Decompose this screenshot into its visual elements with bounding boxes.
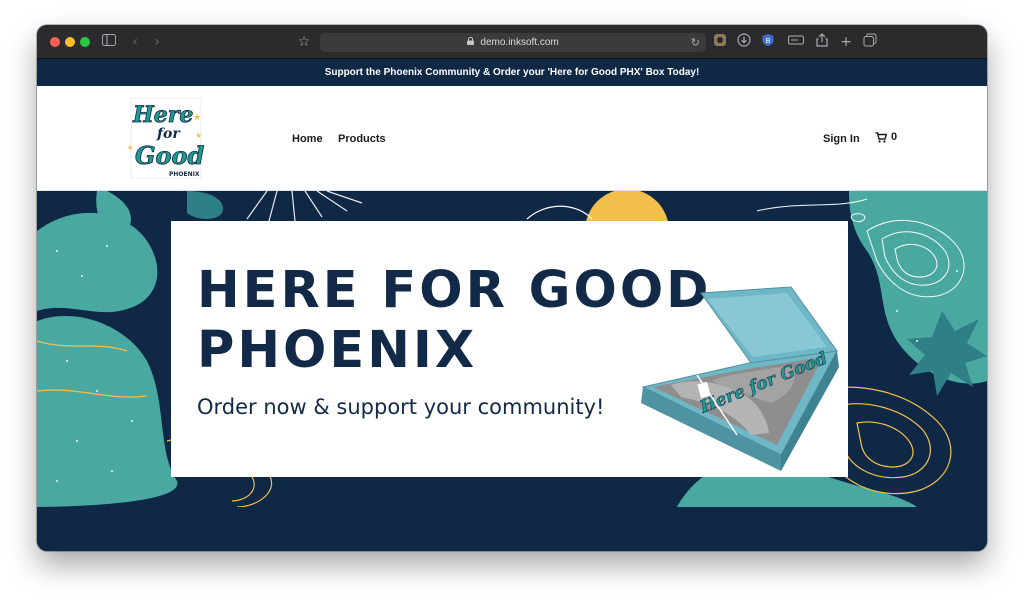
close-window-button[interactable] — [50, 37, 60, 47]
svg-text:★: ★ — [193, 113, 201, 123]
password-icon[interactable] — [787, 33, 805, 51]
bookmark-star-icon[interactable]: ☆ — [295, 33, 313, 51]
product-box-image: Here for Good — [641, 286, 839, 471]
download-icon[interactable] — [735, 33, 753, 51]
browser-window: ‹ › ☆ demo.inksoft.com ↻ B + Support the… — [37, 25, 987, 551]
reload-icon[interactable]: ↻ — [691, 33, 700, 52]
site-header: Here for Good PHOENIX ★ ★ ★ Home Product… — [37, 86, 987, 191]
hero-subtitle: Order now & support your community! — [197, 395, 605, 419]
site-logo[interactable]: Here for Good PHOENIX ★ ★ ★ — [123, 92, 215, 184]
cart-button[interactable]: 0 — [875, 131, 897, 143]
hero-banner[interactable]: HERE FOR GOOD PHOENIX Order now & suppor… — [37, 191, 987, 507]
cart-icon — [875, 131, 887, 143]
back-icon[interactable]: ‹ — [126, 33, 144, 51]
svg-text:★: ★ — [195, 131, 202, 140]
zoom-window-button[interactable] — [80, 37, 90, 47]
shield-extension-icon[interactable]: B — [759, 33, 777, 51]
logo-text-here: Here — [132, 102, 193, 128]
nav-home-link[interactable]: Home — [292, 133, 323, 145]
cart-count: 0 — [891, 131, 898, 143]
forward-icon[interactable]: › — [148, 33, 166, 51]
logo-text-phoenix: PHOENIX — [169, 171, 200, 178]
browser-toolbar: ‹ › ☆ demo.inksoft.com ↻ B + — [37, 25, 987, 59]
logo-text-good: Good — [135, 141, 205, 170]
svg-text:★: ★ — [127, 144, 133, 152]
sidebar-icon[interactable] — [100, 33, 118, 51]
extension-icon[interactable] — [711, 33, 729, 51]
minimize-window-button[interactable] — [65, 37, 75, 47]
logo-text-for: for — [156, 126, 181, 142]
url-text: demo.inksoft.com — [480, 37, 559, 48]
lock-icon — [467, 36, 476, 47]
sign-in-link[interactable]: Sign In — [823, 133, 860, 145]
announcement-text: Support the Phoenix Community & Order yo… — [324, 67, 700, 78]
hero-title-line-2: PHOENIX — [197, 321, 478, 380]
address-bar[interactable]: demo.inksoft.com ↻ — [320, 33, 706, 52]
nav-products-link[interactable]: Products — [338, 133, 386, 145]
svg-text:B: B — [766, 37, 771, 45]
hero-card: HERE FOR GOOD PHOENIX Order now & suppor… — [171, 221, 848, 477]
page-bottom-band — [37, 507, 987, 551]
announcement-bar: Support the Phoenix Community & Order yo… — [37, 59, 987, 86]
hero-title: HERE FOR GOOD PHOENIX — [197, 261, 717, 381]
hero-title-line-1: HERE FOR GOOD — [197, 261, 712, 320]
new-tab-icon[interactable]: + — [837, 33, 855, 51]
share-icon[interactable] — [813, 33, 831, 51]
tabs-overview-icon[interactable] — [861, 33, 879, 51]
